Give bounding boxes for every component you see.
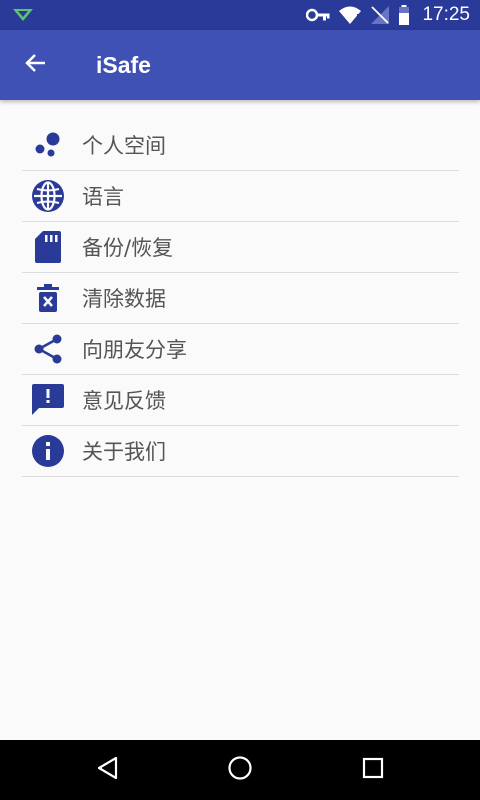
menu-item-label: 清除数据 [82, 287, 166, 311]
status-time: 17:25 [422, 4, 470, 25]
info-icon [31, 434, 65, 468]
page-title: iSafe [96, 52, 151, 78]
arrow-back-icon [24, 51, 48, 79]
menu-item-label: 意见反馈 [82, 389, 166, 413]
menu-item-language[interactable]: 语言 [22, 171, 459, 222]
status-bar: 17:25 [0, 0, 480, 30]
circle-home-icon [227, 755, 253, 785]
menu-item-label: 个人空间 [82, 134, 166, 158]
settings-menu-list: 个人空间 语言 备份/恢复 清除数据 向朋友分享 意见反馈 关于我们 [22, 120, 459, 477]
triangle-back-icon [96, 756, 120, 784]
nav-back-button[interactable] [92, 754, 124, 786]
menu-item-label: 关于我们 [82, 440, 166, 464]
battery-icon [398, 5, 410, 25]
square-recents-icon [361, 756, 385, 784]
share-icon [31, 332, 65, 366]
menu-item-label: 向朋友分享 [82, 338, 187, 362]
menu-item-backup-restore[interactable]: 备份/恢复 [22, 222, 459, 273]
menu-item-share[interactable]: 向朋友分享 [22, 324, 459, 375]
bubbles-icon [31, 128, 65, 162]
app-bar: iSafe [0, 30, 480, 100]
nav-home-button[interactable] [224, 754, 256, 786]
menu-item-label: 语言 [82, 185, 124, 209]
menu-item-clear-data[interactable]: 清除数据 [22, 273, 459, 324]
vpn-key-icon [306, 8, 330, 22]
back-button[interactable] [18, 47, 54, 83]
notification-app-icon [12, 7, 34, 23]
menu-item-about-us[interactable]: 关于我们 [22, 426, 459, 477]
system-navigation-bar [0, 740, 480, 800]
globe-icon [31, 179, 65, 213]
feedback-icon [31, 383, 65, 417]
menu-item-feedback[interactable]: 意见反馈 [22, 375, 459, 426]
menu-item-label: 备份/恢复 [82, 236, 174, 260]
wifi-alert-icon [338, 5, 362, 25]
menu-item-personal-space[interactable]: 个人空间 [22, 120, 459, 171]
nav-recents-button[interactable] [357, 754, 389, 786]
sd-card-icon [31, 230, 65, 264]
trash-icon [31, 281, 65, 315]
no-signal-icon [370, 5, 390, 25]
